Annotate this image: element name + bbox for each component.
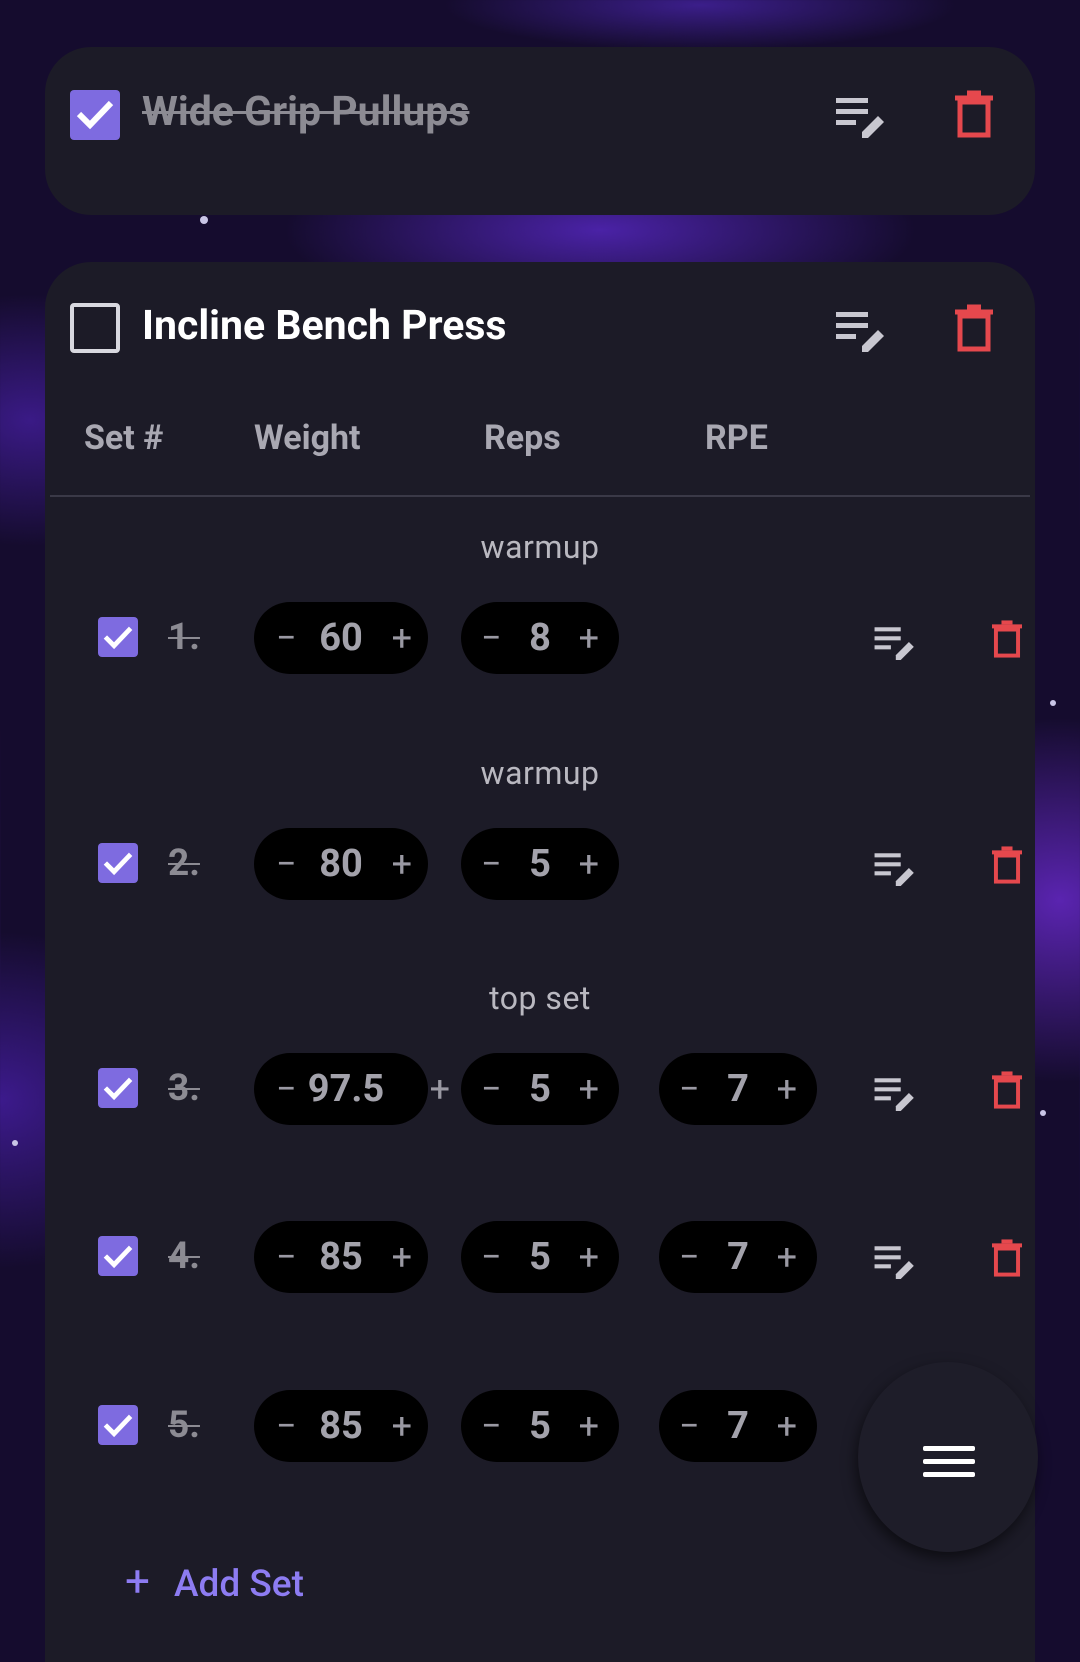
trash-icon[interactable]: [992, 845, 1022, 889]
reps-stepper: − 8 +: [461, 602, 619, 674]
edit-notes-icon[interactable]: [874, 1075, 916, 1115]
edit-notes-icon[interactable]: [836, 94, 886, 142]
weight-stepper: − 97.5 +: [254, 1053, 450, 1125]
trash-icon[interactable]: [992, 1238, 1022, 1282]
exercise-title: Wide Grip Pullups: [142, 88, 470, 136]
menu-icon: [923, 1446, 975, 1451]
increment-button[interactable]: +: [579, 1235, 599, 1279]
increment-button[interactable]: +: [579, 616, 599, 660]
background-star: [1050, 700, 1056, 706]
edit-notes-icon[interactable]: [874, 850, 916, 890]
set-complete-checkbox[interactable]: [98, 617, 138, 657]
menu-icon: [923, 1459, 975, 1464]
set-number: 5.: [168, 1404, 200, 1447]
rpe-stepper: − 7 +: [659, 1390, 817, 1462]
reps-stepper: − 5 +: [461, 1221, 619, 1293]
add-set-button[interactable]: + Add Set: [125, 1555, 304, 1607]
set-number: 2.: [168, 842, 200, 885]
weight-stepper: − 85 +: [254, 1221, 428, 1293]
column-header-weight: Weight: [254, 418, 361, 458]
reps-stepper: − 5 +: [461, 1053, 619, 1125]
weight-stepper: − 60 +: [254, 602, 428, 674]
trash-icon[interactable]: [955, 90, 993, 142]
weight-stepper: − 80 +: [254, 828, 428, 900]
trash-icon[interactable]: [992, 619, 1022, 663]
increment-button[interactable]: +: [430, 1067, 450, 1111]
set-complete-checkbox[interactable]: [98, 1236, 138, 1276]
exercise-complete-checkbox[interactable]: [70, 303, 120, 353]
set-note: warmup: [480, 754, 600, 792]
add-set-label: Add Set: [173, 1563, 304, 1606]
set-complete-checkbox[interactable]: [98, 843, 138, 883]
plus-icon: +: [125, 1555, 150, 1607]
increment-button[interactable]: +: [579, 1404, 599, 1448]
increment-button[interactable]: +: [579, 842, 599, 886]
rpe-stepper: − 7 +: [659, 1053, 817, 1125]
exercise-complete-checkbox[interactable]: [70, 90, 120, 140]
menu-icon: [923, 1472, 975, 1477]
background-star: [200, 216, 208, 224]
increment-button[interactable]: +: [392, 842, 412, 886]
rpe-stepper: − 7 +: [659, 1221, 817, 1293]
column-header-reps: Reps: [484, 418, 561, 458]
edit-notes-icon[interactable]: [836, 308, 886, 356]
set-note: warmup: [480, 528, 600, 566]
increment-button[interactable]: +: [392, 616, 412, 660]
menu-fab-button[interactable]: [858, 1362, 1038, 1552]
set-complete-checkbox[interactable]: [98, 1405, 138, 1445]
increment-button[interactable]: +: [579, 1067, 599, 1111]
increment-button[interactable]: +: [777, 1404, 797, 1448]
increment-button[interactable]: +: [777, 1067, 797, 1111]
background-star: [12, 1140, 18, 1146]
set-complete-checkbox[interactable]: [98, 1068, 138, 1108]
increment-button[interactable]: +: [777, 1235, 797, 1279]
set-number: 3.: [168, 1067, 200, 1110]
trash-icon[interactable]: [992, 1070, 1022, 1114]
increment-button[interactable]: +: [392, 1235, 412, 1279]
reps-stepper: − 5 +: [461, 828, 619, 900]
trash-icon[interactable]: [955, 304, 993, 356]
set-note: top set: [489, 979, 591, 1017]
column-header-set: Set #: [84, 418, 164, 458]
weight-stepper: − 85 +: [254, 1390, 428, 1462]
background-star: [1040, 1110, 1046, 1116]
set-number: 4.: [168, 1235, 200, 1278]
weight-value[interactable]: 97.5: [264, 1067, 428, 1111]
edit-notes-icon[interactable]: [874, 1243, 916, 1283]
edit-notes-icon[interactable]: [874, 624, 916, 664]
column-header-rpe: RPE: [705, 418, 768, 458]
reps-stepper: − 5 +: [461, 1390, 619, 1462]
exercise-title: Incline Bench Press: [142, 302, 507, 350]
increment-button[interactable]: +: [392, 1404, 412, 1448]
set-number: 1.: [168, 616, 200, 659]
header-divider: [50, 495, 1030, 497]
